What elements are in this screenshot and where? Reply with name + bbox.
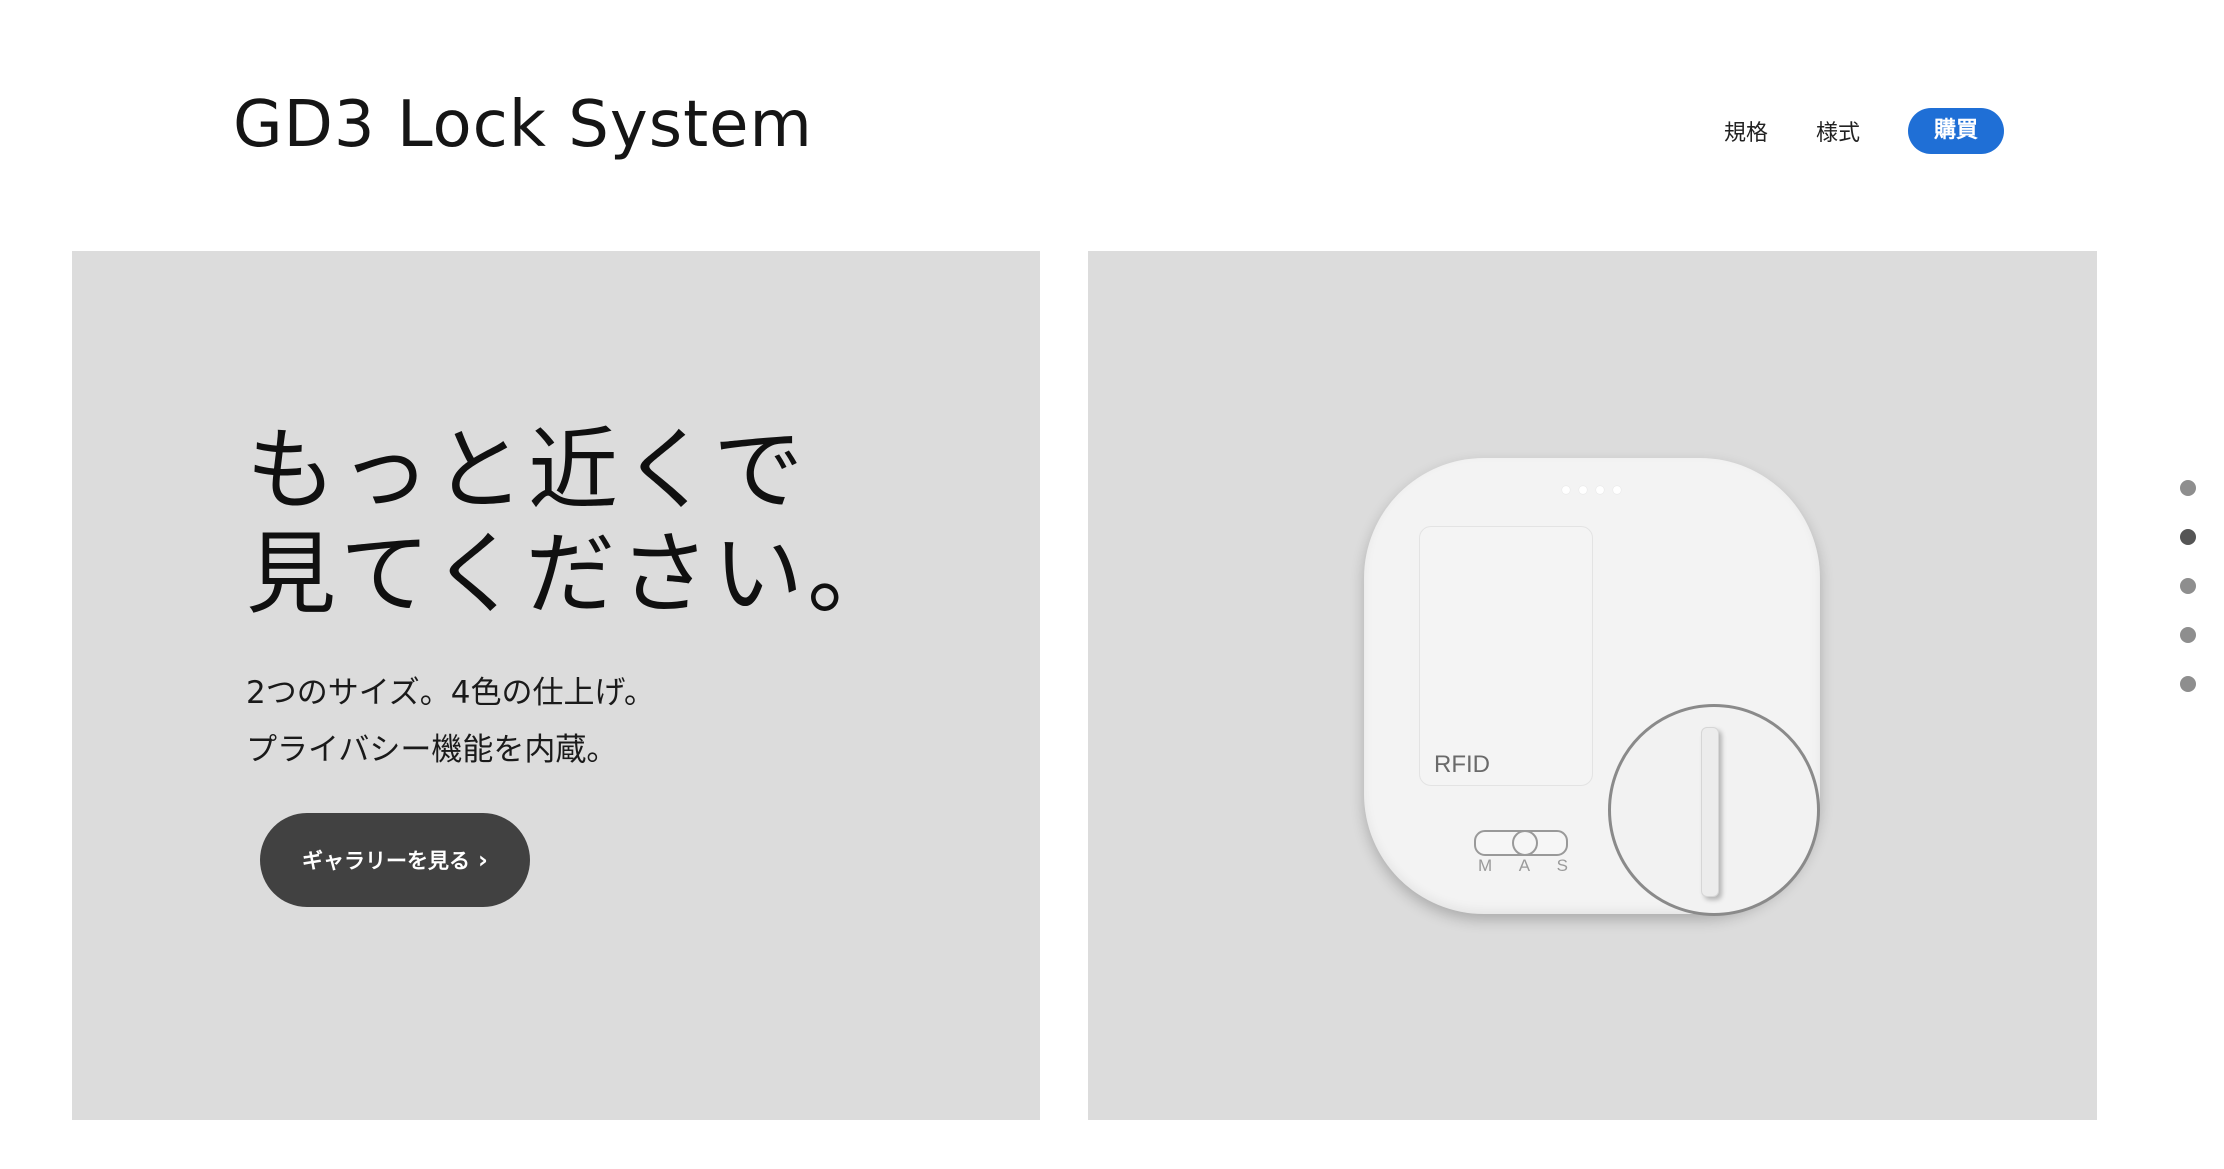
pager-dot-5[interactable] [2180, 676, 2196, 692]
pager-dot-4[interactable] [2180, 627, 2196, 643]
buy-button[interactable]: 購買 [1907, 108, 2004, 154]
mode-label-m: M [1478, 856, 1493, 875]
view-gallery-button[interactable]: ギャラリーを見る › [260, 813, 530, 907]
site-logo[interactable]: GD3 Lock System [233, 88, 813, 162]
hero-headline: もっと近くで 見てください。 [246, 419, 901, 627]
mode-switch-labels: M A S [1478, 856, 1568, 876]
view-gallery-label: ギャラリーを見る [302, 849, 471, 873]
lock-device-image: RFID M A S [1364, 458, 1820, 916]
mode-label-a: A [1518, 856, 1531, 875]
page: GD3 Lock System 規格 様式 購買 もっと近くで 見てください。 … [0, 0, 2224, 1169]
pager-dot-2[interactable] [2180, 529, 2196, 545]
product-image-panel: RFID M A S [1088, 251, 2097, 1120]
pager-dot-1[interactable] [2180, 480, 2196, 496]
hero-text-panel: もっと近くで 見てください。 2つのサイズ。4色の仕上げ。 プライバシー機能を内… [72, 251, 1040, 1120]
mode-switch [1474, 830, 1568, 856]
hero-headline-line2: 見てください。 [246, 522, 902, 627]
device-indicator-dots [1562, 486, 1630, 494]
thumb-turn-zoom-circle [1608, 704, 1820, 916]
rfid-reader-area: RFID [1419, 526, 1593, 786]
nav-link-specs[interactable]: 規格 [1724, 115, 1768, 147]
pager-dot-3[interactable] [2180, 578, 2196, 594]
hero-subtitle-line2: プライバシー機能を内蔵。 [246, 732, 618, 768]
section-pager [2180, 480, 2196, 725]
thumb-turn-bar [1701, 727, 1719, 897]
nav-link-styles[interactable]: 様式 [1816, 115, 1860, 147]
rfid-label: RFID [1434, 751, 1490, 778]
hero-subtitle: 2つのサイズ。4色の仕上げ。 プライバシー機能を内蔵。 [246, 665, 655, 779]
top-nav: 規格 様式 購買 [1724, 108, 2004, 154]
mode-label-s: S [1556, 856, 1568, 875]
hero-headline-line1: もっと近くで [246, 418, 808, 523]
chevron-right-icon: › [478, 846, 488, 874]
hero-subtitle-line1: 2つのサイズ。4色の仕上げ。 [246, 675, 655, 711]
mode-switch-knob [1512, 830, 1538, 856]
